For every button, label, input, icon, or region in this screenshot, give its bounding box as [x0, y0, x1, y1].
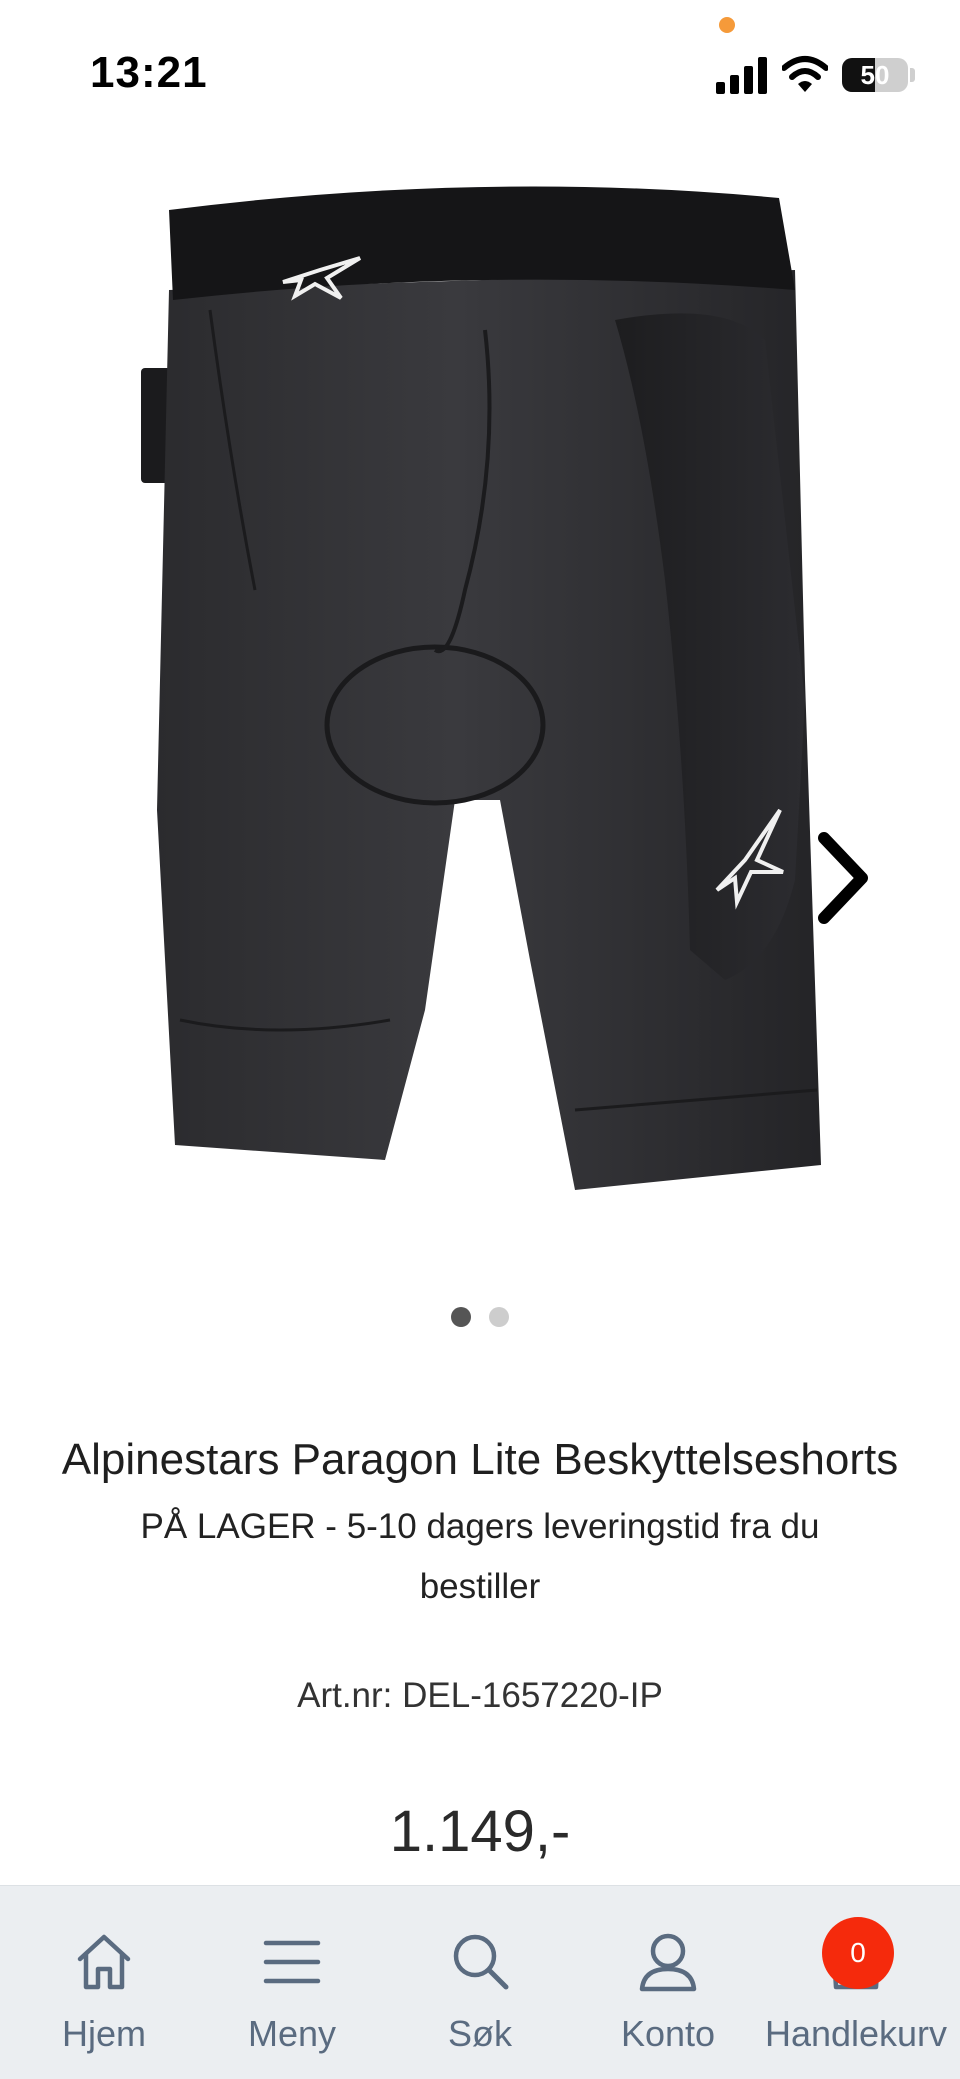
- nav-item-home[interactable]: Hjem: [8, 1886, 200, 2079]
- menu-icon: [263, 1940, 321, 1984]
- shorts-product-image[interactable]: [105, 160, 845, 1300]
- nav-item-menu[interactable]: Meny: [196, 1886, 388, 2079]
- nav-label-menu: Meny: [247, 2013, 337, 2054]
- carousel-dot-2[interactable]: [489, 1307, 509, 1327]
- carousel-pagination: [0, 1307, 960, 1331]
- nav-item-search[interactable]: Søk: [384, 1886, 576, 2079]
- nav-item-account[interactable]: Konto: [572, 1886, 764, 2079]
- privacy-indicator-dot: [719, 17, 735, 33]
- status-time: 13:21: [90, 48, 208, 97]
- bottom-navigation: Hjem Meny Søk Konto Handlekurv: [0, 1885, 960, 2079]
- nav-label-account: Konto: [620, 2013, 716, 2054]
- nav-label-home: Hjem: [61, 2013, 146, 2054]
- article-number-label: Art.nr:: [297, 1676, 393, 1715]
- product-price: 1.149,-: [389, 1799, 571, 1864]
- home-icon: [77, 1934, 131, 1990]
- nav-label-search: Søk: [447, 2013, 512, 2054]
- nav-label-cart: Handlekurv: [764, 2013, 948, 2054]
- chevron-right-icon[interactable]: [810, 828, 880, 928]
- cart-count-badge: 0: [822, 1917, 894, 1989]
- cellular-signal-icon: [716, 57, 767, 94]
- battery-tip: [910, 68, 915, 82]
- user-icon: [639, 1933, 697, 1992]
- search-icon: [453, 1934, 509, 1990]
- status-bar: 13:21 50: [0, 0, 960, 140]
- battery-icon: 50: [842, 58, 908, 92]
- stock-status: PÅ LAGER - 5-10 dagers leveringstid fra …: [140, 1507, 820, 1606]
- battery-percent: 50: [860, 59, 890, 90]
- wifi-icon: [782, 56, 828, 92]
- product-title: Alpinestars Paragon Lite Beskyttelseshor…: [61, 1435, 899, 1484]
- product-image-carousel[interactable]: [0, 140, 960, 1320]
- article-number-value: DEL-1657220-IP: [402, 1676, 663, 1715]
- carousel-dot-1[interactable]: [451, 1307, 471, 1327]
- article-number: Art.nr: DEL-1657220-IP: [0, 1676, 960, 1716]
